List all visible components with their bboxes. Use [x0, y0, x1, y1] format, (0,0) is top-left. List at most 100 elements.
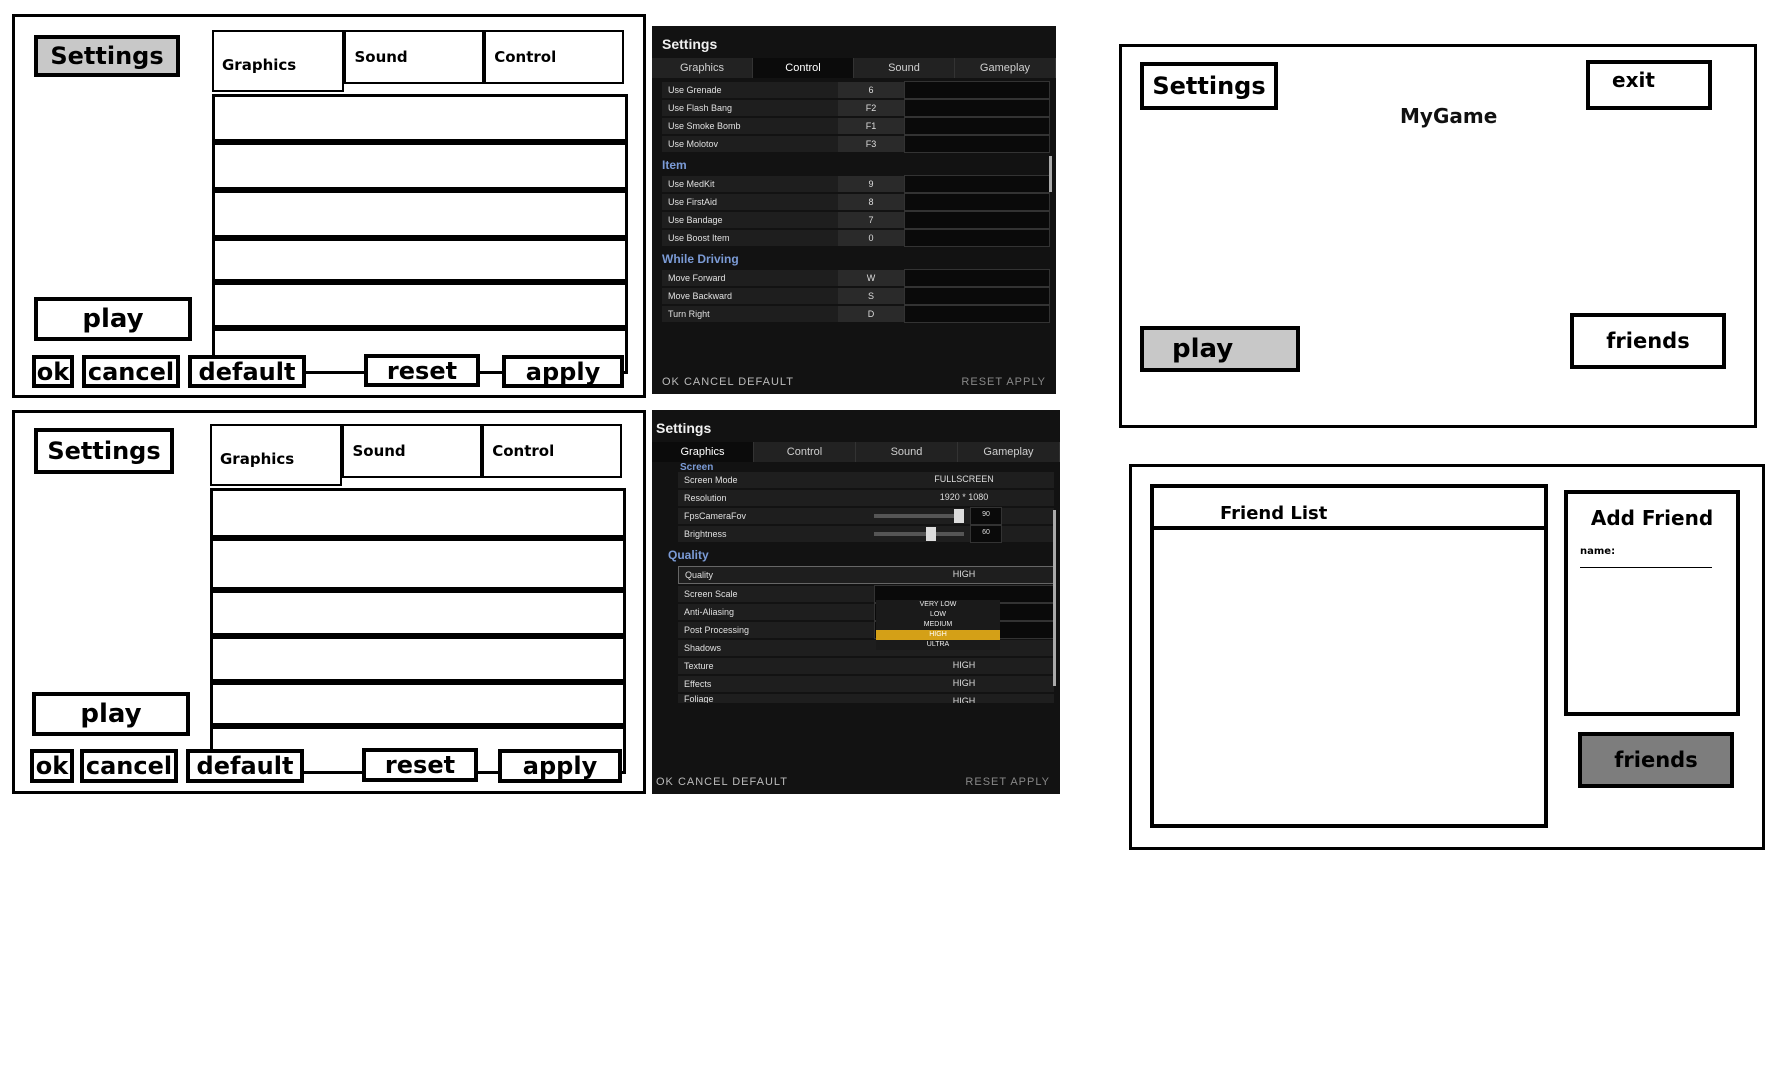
tab-graphics[interactable]: Graphics — [652, 442, 754, 462]
setting-value[interactable]: HIGH — [875, 567, 1053, 583]
keybind-alt[interactable] — [904, 269, 1050, 287]
setting-row[interactable]: Quality HIGH — [678, 566, 1054, 584]
keybind-alt[interactable] — [904, 287, 1050, 305]
keybind-row[interactable]: Turn Right D — [662, 305, 1050, 323]
quality-dropdown[interactable]: VERY LOW LOW MEDIUM HIGH ULTRA — [876, 600, 1000, 650]
settings-row[interactable] — [210, 682, 626, 726]
keybind-row[interactable]: Use MedKit 9 — [662, 175, 1050, 193]
keybind-row[interactable]: Use Bandage 7 — [662, 211, 1050, 229]
setting-value[interactable]: HIGH — [874, 694, 1054, 703]
slider-thumb[interactable] — [954, 509, 964, 523]
setting-row[interactable]: Texture HIGH — [678, 658, 1054, 674]
keybind-alt[interactable] — [904, 175, 1050, 193]
cancel-button[interactable]: cancel — [82, 355, 180, 388]
keybind-key[interactable]: S — [838, 288, 904, 304]
settings-row[interactable] — [212, 142, 628, 190]
apply-button[interactable]: apply — [502, 355, 624, 388]
settings-button[interactable]: Settings — [34, 428, 174, 474]
tab-sound[interactable]: Sound — [342, 424, 483, 478]
tab-sound[interactable]: Sound — [344, 30, 485, 84]
setting-value[interactable]: 1920 * 1080 — [874, 490, 1054, 506]
keybind-row[interactable]: Use Flash Bang F2 — [662, 99, 1050, 117]
tab-graphics[interactable]: Graphics — [212, 30, 345, 92]
settings-button[interactable]: Settings — [1140, 62, 1278, 110]
dropdown-option-selected[interactable]: HIGH — [876, 630, 1000, 640]
tab-gameplay[interactable]: Gameplay — [958, 442, 1060, 462]
play-button[interactable]: play — [32, 692, 190, 736]
play-button[interactable]: play — [1140, 326, 1300, 372]
keybind-alt[interactable] — [904, 305, 1050, 323]
ok-button[interactable]: ok — [30, 749, 74, 783]
keybind-row[interactable]: Move Forward W — [662, 269, 1050, 287]
apply-button[interactable]: apply — [498, 749, 622, 783]
settings-row[interactable] — [210, 488, 626, 538]
keybind-alt[interactable] — [904, 229, 1050, 247]
tab-control[interactable]: Control — [484, 30, 624, 84]
brightness-slider[interactable] — [874, 527, 964, 541]
tab-graphics[interactable]: Graphics — [652, 58, 753, 78]
keybind-key[interactable]: F3 — [838, 136, 904, 152]
dropdown-option[interactable]: LOW — [876, 610, 1000, 620]
keybind-alt[interactable] — [904, 135, 1050, 153]
keybind-row[interactable]: Use FirstAid 8 — [662, 193, 1050, 211]
footer-actions-right[interactable]: RESET APPLY — [965, 776, 1050, 788]
footer-actions-left[interactable]: OK CANCEL DEFAULT — [656, 776, 788, 788]
keybind-key[interactable]: 6 — [838, 82, 904, 98]
play-button[interactable]: play — [34, 297, 192, 341]
keybind-key[interactable]: W — [838, 270, 904, 286]
tab-gameplay[interactable]: Gameplay — [955, 58, 1056, 78]
tab-sound[interactable]: Sound — [854, 58, 955, 78]
dropdown-option[interactable]: ULTRA — [876, 640, 1000, 650]
tab-graphics[interactable]: Graphics — [210, 424, 343, 486]
setting-value[interactable]: 90 — [970, 507, 1002, 525]
footer-actions-right[interactable]: RESET APPLY — [961, 376, 1046, 388]
keybind-alt[interactable] — [904, 117, 1050, 135]
keybind-key[interactable]: 7 — [838, 212, 904, 228]
setting-row[interactable]: Brightness 60 — [678, 525, 1054, 543]
slider-thumb[interactable] — [926, 527, 936, 541]
keybind-row[interactable]: Use Grenade 6 — [662, 81, 1050, 99]
settings-row[interactable] — [210, 590, 626, 636]
friends-button[interactable]: friends — [1570, 313, 1726, 369]
keybind-key[interactable]: 9 — [838, 176, 904, 192]
keybind-alt[interactable] — [904, 211, 1050, 229]
keybind-key[interactable]: D — [838, 306, 904, 322]
tab-control[interactable]: Control — [753, 58, 854, 78]
setting-row[interactable]: FpsCameraFov 90 — [678, 507, 1054, 525]
setting-row[interactable]: Effects HIGH — [678, 676, 1054, 692]
keybind-alt[interactable] — [904, 193, 1050, 211]
keybind-key[interactable]: 8 — [838, 194, 904, 210]
tab-sound[interactable]: Sound — [856, 442, 958, 462]
reset-button[interactable]: reset — [362, 748, 478, 782]
settings-row[interactable] — [210, 538, 626, 590]
footer-actions-left[interactable]: OK CANCEL DEFAULT — [662, 376, 794, 388]
scrollbar[interactable] — [1053, 510, 1056, 686]
setting-row[interactable]: Screen Mode FULLSCREEN — [678, 472, 1054, 488]
setting-row[interactable]: Resolution 1920 * 1080 — [678, 490, 1054, 506]
setting-row[interactable]: Foliage HIGH — [678, 694, 1054, 703]
tab-control[interactable]: Control — [482, 424, 622, 478]
keybind-row[interactable]: Use Molotov F3 — [662, 135, 1050, 153]
default-button[interactable]: default — [188, 355, 306, 388]
tab-control[interactable]: Control — [754, 442, 856, 462]
settings-row[interactable] — [212, 282, 628, 328]
keybind-row[interactable]: Use Boost Item 0 — [662, 229, 1050, 247]
settings-row[interactable] — [212, 238, 628, 282]
setting-value[interactable]: HIGH — [874, 676, 1054, 692]
dropdown-option[interactable]: VERY LOW — [876, 600, 1000, 610]
friend-list-body[interactable] — [1154, 530, 1544, 820]
dropdown-option[interactable]: MEDIUM — [876, 620, 1000, 630]
keybind-key[interactable]: F1 — [838, 118, 904, 134]
settings-row[interactable] — [212, 190, 628, 238]
settings-row[interactable] — [212, 94, 628, 142]
cancel-button[interactable]: cancel — [80, 749, 178, 783]
keybind-row[interactable]: Move Backward S — [662, 287, 1050, 305]
setting-value[interactable]: HIGH — [874, 658, 1054, 674]
keybind-row[interactable]: Use Smoke Bomb F1 — [662, 117, 1050, 135]
ok-button[interactable]: ok — [32, 355, 74, 388]
settings-button[interactable]: Settings — [34, 35, 180, 77]
setting-value[interactable]: 60 — [970, 525, 1002, 543]
reset-button[interactable]: reset — [364, 354, 480, 387]
settings-row[interactable] — [210, 636, 626, 682]
keybind-key[interactable]: F2 — [838, 100, 904, 116]
